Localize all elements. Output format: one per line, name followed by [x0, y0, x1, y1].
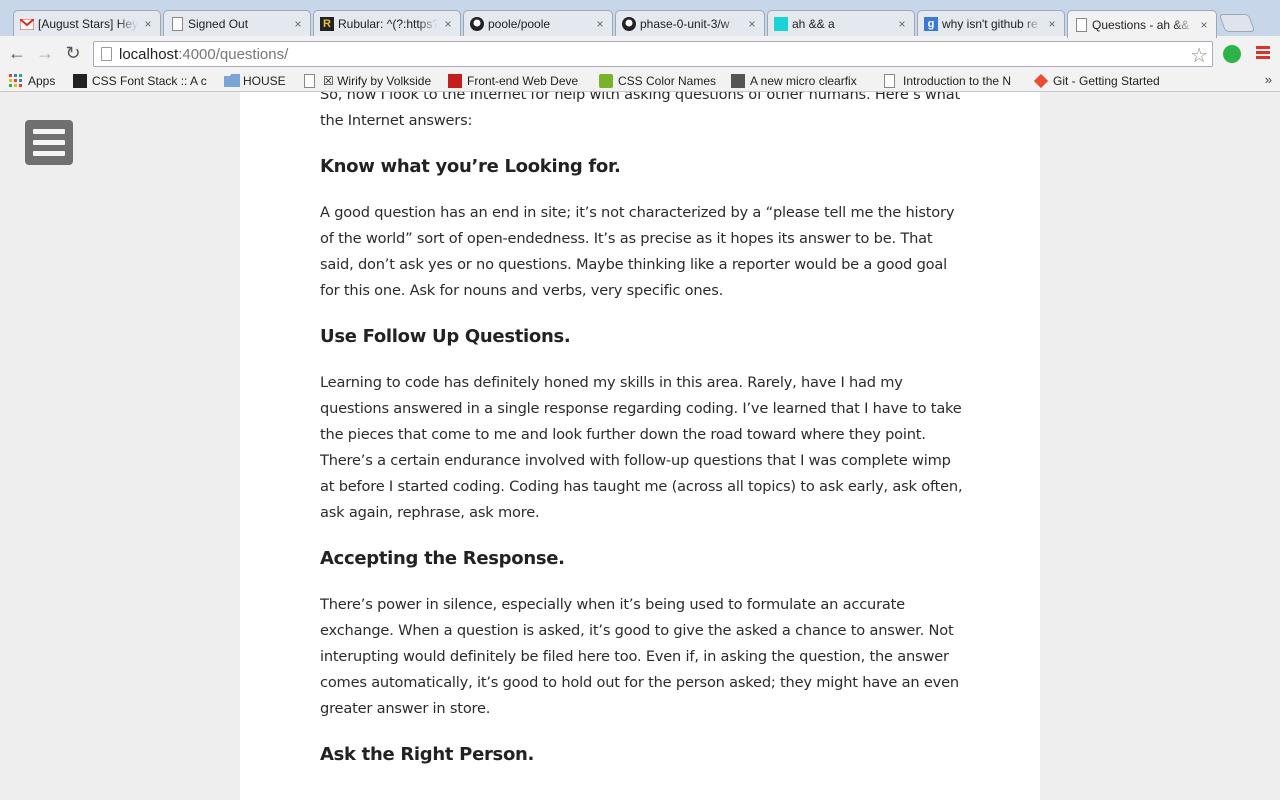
avatar-icon [731, 74, 745, 88]
address-bar[interactable]: localhost:4000/questions/ ☆ [93, 41, 1213, 67]
gmail-icon [20, 17, 34, 31]
bookmark-wirify[interactable]: ☒ Wirify by Volkside [304, 73, 436, 89]
bookmark-css-color-names[interactable]: CSS Color Names [599, 73, 719, 89]
tab-gmail[interactable]: [August Stars] Hey × [13, 10, 161, 37]
tab-rubular[interactable]: R Rubular: ^(?:https? × [313, 10, 461, 37]
tab-ah-and-a[interactable]: ah && a × [767, 10, 915, 37]
close-tab-icon[interactable]: × [594, 17, 606, 31]
close-tab-icon[interactable]: × [746, 17, 758, 31]
git-icon [1034, 73, 1049, 89]
tab-title: Signed Out [188, 17, 249, 31]
intro-paragraph: So, how I look to the Internet for help … [320, 92, 960, 129]
blog-icon [774, 17, 788, 31]
tab-title: ah && a [792, 17, 835, 31]
section-paragraph: A good question has an end in site; it’s… [320, 204, 955, 299]
close-tab-icon[interactable]: × [1046, 17, 1058, 31]
tab-poole[interactable]: poole/poole × [463, 10, 613, 37]
tab-title: poole/poole [488, 17, 551, 31]
rubular-icon: R [320, 17, 334, 31]
forward-button[interactable]: → [35, 43, 55, 63]
tab-title: Questions - ah && [1092, 17, 1190, 32]
bookmark-label: CSS Color Names [618, 74, 717, 88]
section-heading: Accepting the Response. [320, 548, 565, 569]
page-viewport: So, how I look to the Internet for help … [0, 92, 1280, 800]
close-tab-icon[interactable]: × [292, 17, 304, 31]
hamburger-bar [33, 140, 65, 145]
url-path: :4000/questions/ [178, 46, 289, 63]
bookmark-frontend[interactable]: Front-end Web Deve [448, 73, 586, 89]
tab-phase-0[interactable]: phase-0-unit-3/w × [615, 10, 765, 37]
tab-title: why isn't github re [942, 17, 1038, 31]
tab-strip: [August Stars] Hey × Signed Out × R Rubu… [0, 0, 1280, 38]
folder-icon [224, 74, 240, 88]
bookmark-micro-clearfix[interactable]: A new micro clearfix [731, 73, 869, 89]
close-tab-icon[interactable]: × [896, 17, 908, 31]
bookmark-label: Apps [28, 74, 56, 88]
bookmark-label: Front-end Web Deve [467, 74, 579, 88]
section-heading: Know what you’re Looking for. [320, 156, 621, 177]
hamburger-bar [33, 151, 65, 156]
tab-title: phase-0-unit-3/w [640, 17, 730, 31]
bookmark-label: ☒ Wirify by Volkside [323, 74, 432, 88]
bookmarks-bar: Apps CSS Font Stack :: A c HOUSE ☒ Wirif… [0, 70, 1280, 92]
bookmark-apps[interactable]: Apps [9, 73, 61, 89]
bookmark-label: CSS Font Stack :: A c [92, 74, 207, 88]
browser-toolbar: ← → ↻ localhost:4000/questions/ ☆ [0, 36, 1280, 70]
url-text[interactable]: localhost:4000/questions/ [119, 46, 288, 63]
tab-signed-out[interactable]: Signed Out × [163, 10, 311, 37]
bookmark-label: HOUSE [243, 74, 286, 88]
section-paragraph: Learning to code has definitely honed my… [320, 374, 963, 521]
reload-button[interactable]: ↻ [63, 43, 83, 63]
bookmark-house-folder[interactable]: HOUSE [224, 73, 290, 89]
close-tab-icon[interactable]: × [1198, 18, 1210, 32]
close-tab-icon[interactable]: × [142, 17, 154, 31]
bookmarks-overflow-button[interactable]: » [1265, 72, 1272, 87]
hamburger-bar [33, 129, 65, 134]
tab-questions[interactable]: Questions - ah && × [1067, 10, 1217, 38]
new-tab-button[interactable] [1218, 14, 1256, 32]
article-content: So, how I look to the Internet for help … [320, 92, 964, 788]
sidebar-menu-button[interactable] [25, 120, 73, 165]
section-heading: Use Follow Up Questions. [320, 326, 571, 347]
article-container: So, how I look to the Internet for help … [240, 92, 1040, 800]
github-icon [470, 17, 484, 31]
frontend-icon [448, 74, 462, 88]
fontstack-icon [73, 74, 87, 88]
extension-icon[interactable] [1223, 45, 1241, 63]
tab-title: [August Stars] Hey [38, 17, 138, 31]
bookmark-git[interactable]: Git - Getting Started [1034, 73, 1174, 89]
page-icon [101, 47, 112, 61]
bookmark-label: Introduction to the N [903, 74, 1012, 88]
google-icon: g [924, 17, 938, 31]
section-heading: Ask the Right Person. [320, 744, 535, 765]
bookmark-label: Git - Getting Started [1053, 74, 1160, 88]
page-icon [884, 74, 898, 88]
url-host: localhost [119, 46, 179, 63]
bookmark-label: A new micro clearfix [750, 74, 857, 88]
page-icon [304, 74, 318, 88]
bookmark-css-font-stack[interactable]: CSS Font Stack :: A c [73, 73, 208, 89]
w3-icon [599, 74, 613, 88]
chrome-menu-icon[interactable] [1256, 46, 1270, 60]
page-icon [170, 17, 184, 31]
github-icon [622, 17, 636, 31]
page-icon [1074, 17, 1088, 32]
tab-title: Rubular: ^(?:https? [338, 17, 438, 31]
tab-google-search[interactable]: g why isn't github re × [917, 10, 1065, 37]
close-tab-icon[interactable]: × [442, 17, 454, 31]
bookmark-star-icon[interactable]: ☆ [1190, 43, 1208, 68]
section-paragraph: There’s power in silence, especially whe… [320, 596, 959, 717]
apps-grid-icon [9, 74, 23, 88]
bookmark-introduction[interactable]: Introduction to the N [884, 73, 1016, 89]
back-button[interactable]: ← [7, 43, 27, 63]
